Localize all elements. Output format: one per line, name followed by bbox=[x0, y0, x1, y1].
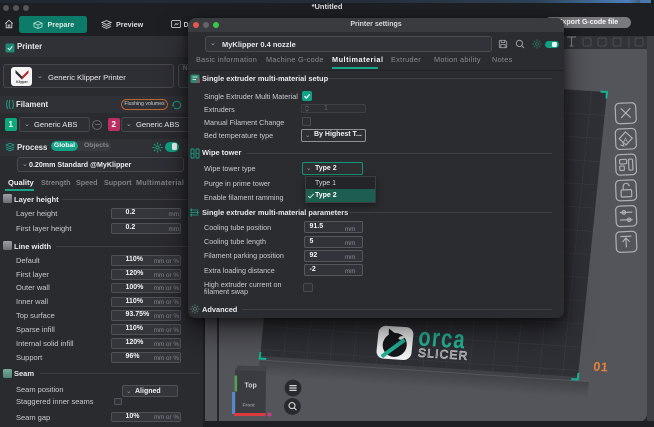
svg-text:Front: Front bbox=[243, 403, 256, 409]
svg-text:A: A bbox=[623, 137, 628, 144]
svg-text:01: 01 bbox=[593, 360, 609, 375]
svg-text:Top: Top bbox=[245, 383, 257, 390]
